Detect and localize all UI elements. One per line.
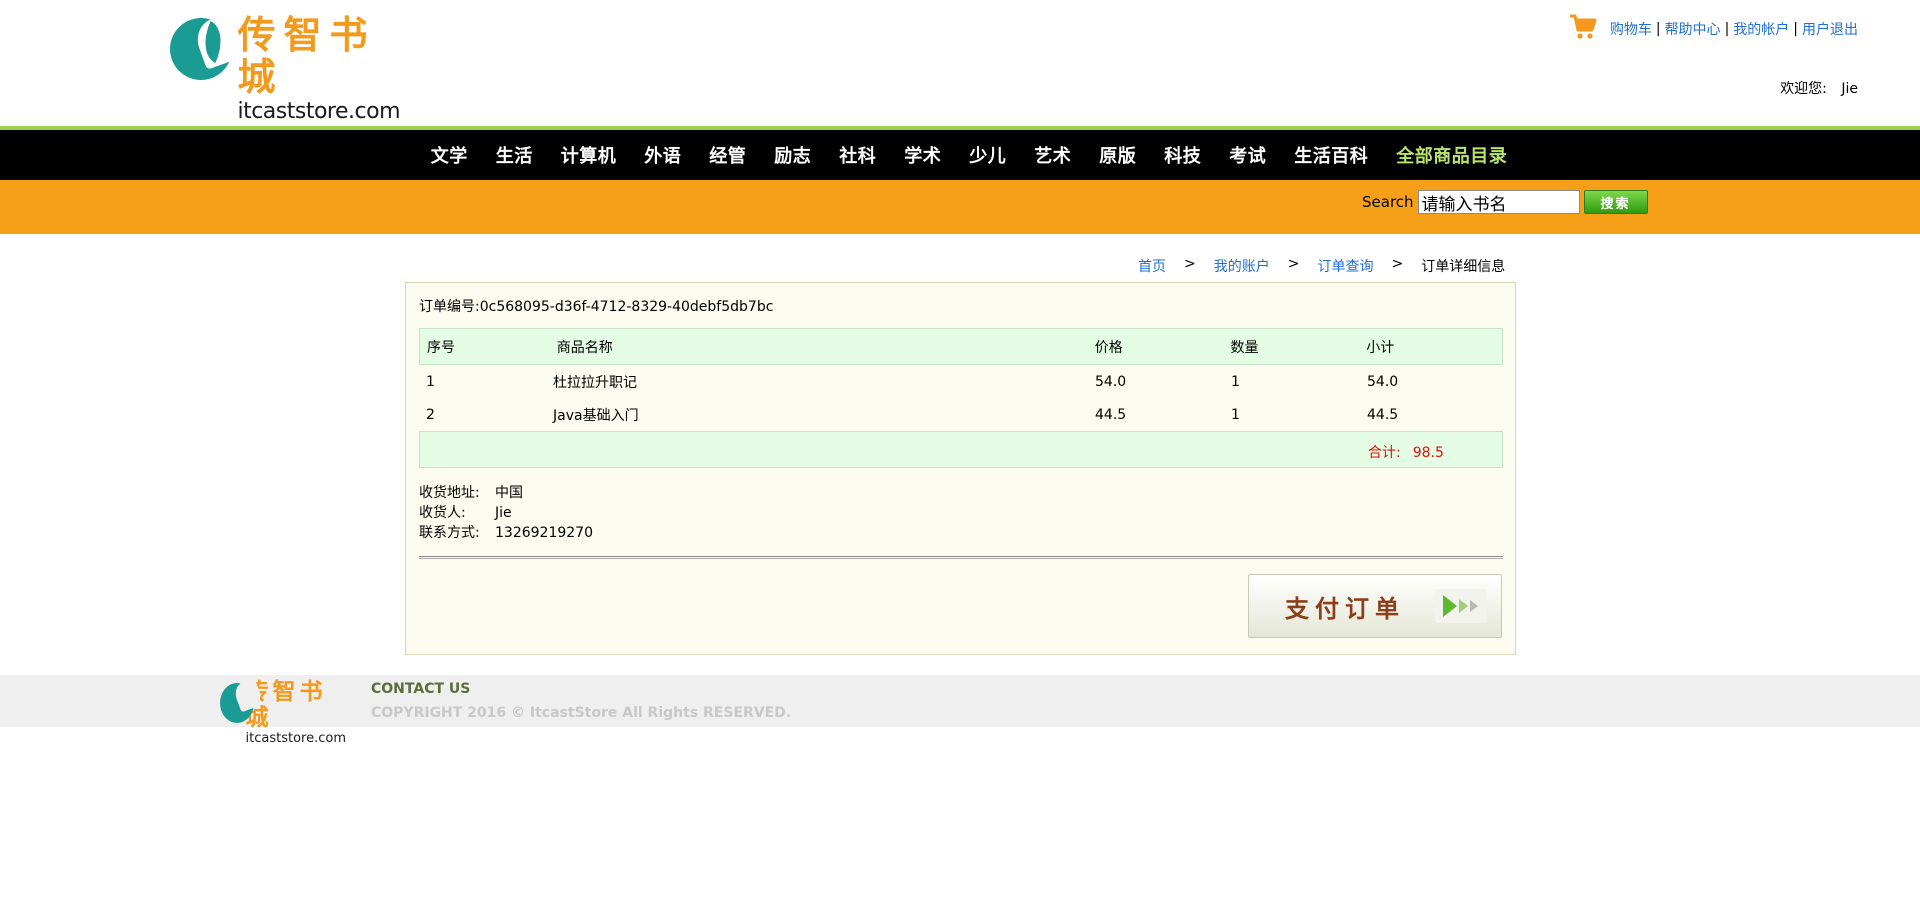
address-label: 收货地址: bbox=[419, 485, 480, 501]
search-input[interactable] bbox=[1417, 190, 1580, 214]
nav-item-literature[interactable]: 文学 bbox=[417, 142, 482, 168]
table-header: 序号 商品名称 价格 数量 小计 bbox=[419, 328, 1503, 365]
column-header-price: 价格 bbox=[1094, 339, 1123, 356]
nav-item-technology[interactable]: 科技 bbox=[1150, 142, 1215, 168]
copyright: COPYRIGHT 2016 © ItcastStore All Rights … bbox=[371, 705, 792, 721]
footer-logo-cn-text: 传智书城 bbox=[245, 678, 327, 731]
welcome-message: 欢迎您: Jie bbox=[1780, 78, 1858, 98]
nav-item-all-products[interactable]: 全部商品目录 bbox=[1382, 142, 1521, 168]
play-arrows-icon bbox=[1435, 589, 1487, 623]
pay-order-button[interactable]: 支付订单 bbox=[1248, 574, 1502, 638]
logo-cn-text: 传智书城 bbox=[237, 12, 376, 99]
search-label: Search bbox=[1362, 193, 1414, 211]
total-value: 98.5 bbox=[1412, 445, 1444, 461]
total-label: 合计: bbox=[1368, 445, 1401, 461]
cell-name: Java基础入门 bbox=[553, 407, 639, 424]
pay-order-label: 支付订单 bbox=[1285, 594, 1405, 623]
receiver-value: Jie bbox=[495, 505, 512, 521]
phone-label: 联系方式: bbox=[419, 525, 480, 541]
cell-no: 1 bbox=[426, 373, 435, 390]
breadcrumb-separator: > bbox=[1391, 256, 1404, 272]
nav-item-foreign-language[interactable]: 外语 bbox=[630, 142, 695, 168]
top-links: 购物车 | 帮助中心 | 我的帐户 | 用户退出 bbox=[1568, 14, 1858, 44]
order-detail-panel: 订单编号:0c568095-d36f-4712-8329-40debf5db7b… bbox=[405, 282, 1516, 655]
receiver-label: 收货人: bbox=[419, 505, 466, 521]
table-row: 2 Java基础入门 44.5 1 44.5 bbox=[419, 398, 1503, 431]
breadcrumb-home[interactable]: 首页 bbox=[1138, 256, 1166, 276]
shipping-info: 收货地址: 中国 收货人: Jie 联系方式: 13269219270 bbox=[419, 483, 593, 543]
nav-item-social-science[interactable]: 社科 bbox=[825, 142, 890, 168]
cell-price: 54.0 bbox=[1095, 373, 1127, 390]
nav-item-children[interactable]: 少儿 bbox=[955, 142, 1020, 168]
cart-link[interactable]: 购物车 bbox=[1610, 19, 1652, 39]
footer-logo-en-text: itcaststore.com bbox=[245, 731, 346, 746]
link-separator: | bbox=[1655, 21, 1661, 37]
cell-name: 杜拉拉升职记 bbox=[553, 374, 637, 391]
column-header-qty: 数量 bbox=[1230, 339, 1259, 356]
breadcrumb-order-query[interactable]: 订单查询 bbox=[1317, 256, 1373, 276]
nav-item-art[interactable]: 艺术 bbox=[1020, 142, 1085, 168]
breadcrumb: 首页 > 我的账户 > 订单查询 > 订单详细信息 bbox=[1138, 256, 1505, 276]
footer-logo[interactable]: 传智书城 itcaststore.com bbox=[220, 677, 346, 746]
logo-en-text: itcaststore.com bbox=[237, 99, 400, 124]
help-center-link[interactable]: 帮助中心 bbox=[1665, 19, 1721, 39]
link-separator: | bbox=[1793, 21, 1798, 37]
my-account-link[interactable]: 我的帐户 bbox=[1733, 19, 1789, 39]
divider bbox=[419, 556, 1503, 559]
username: Jie bbox=[1841, 81, 1858, 97]
address-value: 中国 bbox=[495, 485, 523, 501]
search-bar: Search 搜索 bbox=[0, 180, 1920, 234]
site-logo[interactable]: 传智书城 itcaststore.com bbox=[168, 12, 420, 124]
cell-price: 44.5 bbox=[1095, 406, 1127, 423]
footer-logo-mark-icon bbox=[220, 677, 265, 723]
cart-icon[interactable] bbox=[1568, 12, 1598, 42]
welcome-label: 欢迎您: bbox=[1780, 81, 1827, 97]
order-items-table: 序号 商品名称 价格 数量 小计 1 杜拉拉升职记 54.0 1 54.0 2 … bbox=[419, 328, 1503, 468]
order-number-label: 订单编号: bbox=[419, 299, 480, 315]
nav-item-exam[interactable]: 考试 bbox=[1215, 142, 1280, 168]
site-footer: 传智书城 itcaststore.com CONTACT US COPYRIGH… bbox=[0, 675, 1920, 746]
order-total: 合计: 98.5 bbox=[1368, 442, 1444, 462]
table-row: 1 杜拉拉升职记 54.0 1 54.0 bbox=[419, 365, 1503, 398]
nav-item-inspiration[interactable]: 励志 bbox=[760, 142, 825, 168]
nav-item-original[interactable]: 原版 bbox=[1085, 142, 1150, 168]
cell-qty: 1 bbox=[1231, 406, 1240, 423]
breadcrumb-separator: > bbox=[1184, 256, 1196, 272]
nav-item-academic[interactable]: 学术 bbox=[890, 142, 955, 168]
column-header-name: 商品名称 bbox=[556, 339, 613, 356]
column-header-no: 序号 bbox=[427, 339, 455, 356]
category-nav: 文学 生活 计算机 外语 经管 励志 社科 学术 少儿 艺术 原版 科技 考试 … bbox=[0, 126, 1920, 180]
order-number: 订单编号:0c568095-d36f-4712-8329-40debf5db7b… bbox=[419, 296, 773, 316]
link-separator: | bbox=[1724, 21, 1730, 37]
cell-subtotal: 44.5 bbox=[1367, 406, 1399, 423]
order-number-value: 0c568095-d36f-4712-8329-40debf5db7bc bbox=[479, 299, 774, 315]
breadcrumb-my-account[interactable]: 我的账户 bbox=[1214, 256, 1270, 276]
column-header-subtotal: 小计 bbox=[1366, 339, 1395, 356]
breadcrumb-current: 订单详细信息 bbox=[1421, 259, 1506, 275]
nav-item-life[interactable]: 生活 bbox=[482, 142, 547, 168]
nav-item-business[interactable]: 经管 bbox=[695, 142, 760, 168]
site-header: 传智书城 itcaststore.com 购物车 | 帮助中心 | 我的帐户 |… bbox=[0, 0, 1920, 126]
nav-item-computer[interactable]: 计算机 bbox=[547, 142, 631, 168]
table-footer: 合计: 98.5 bbox=[419, 431, 1503, 468]
cell-subtotal: 54.0 bbox=[1367, 373, 1399, 390]
breadcrumb-separator: > bbox=[1287, 256, 1300, 272]
logo-mark-icon bbox=[168, 12, 247, 80]
search-button[interactable]: 搜索 bbox=[1583, 190, 1648, 214]
nav-item-encyclopedia[interactable]: 生活百科 bbox=[1280, 142, 1382, 168]
logout-link[interactable]: 用户退出 bbox=[1802, 19, 1858, 39]
phone-value: 13269219270 bbox=[495, 525, 593, 541]
contact-us-link[interactable]: CONTACT US bbox=[371, 681, 470, 697]
cell-no: 2 bbox=[426, 406, 435, 423]
cell-qty: 1 bbox=[1231, 373, 1240, 390]
